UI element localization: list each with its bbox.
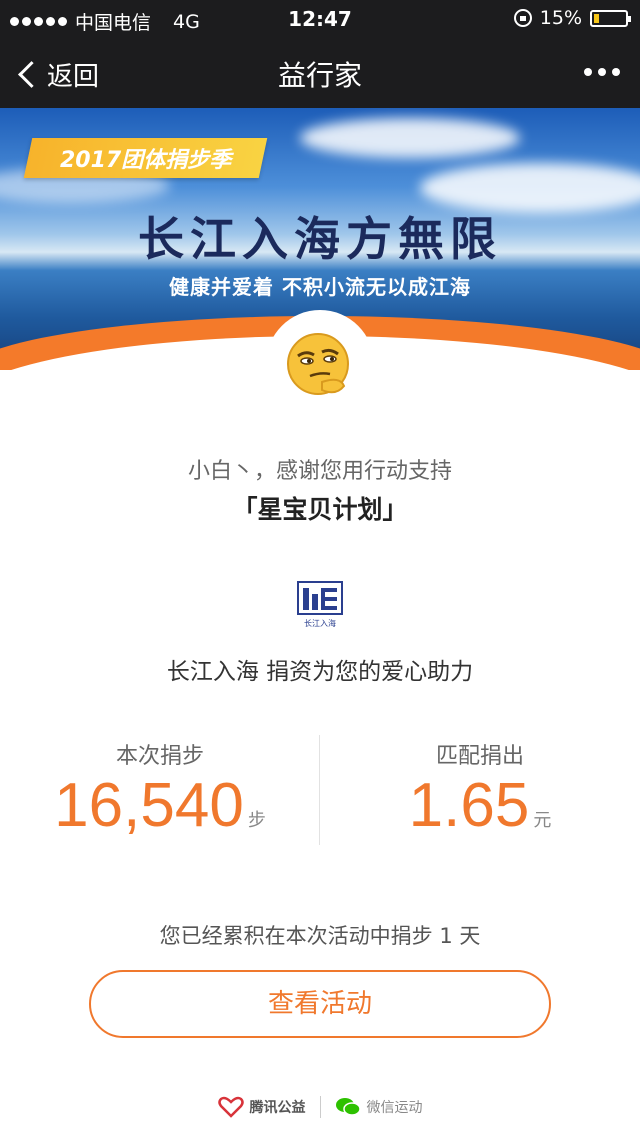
footer: 腾讯公益 微信运动: [0, 1092, 640, 1122]
match-unit: 元: [533, 810, 552, 831]
thanks-message: 小白丶，感谢您用行动支持: [187, 459, 452, 484]
tencent-charity-label: 腾讯公益: [249, 1100, 306, 1116]
match-stat: 1.65 元: [320, 770, 640, 841]
more-dot-icon: [612, 68, 620, 76]
more-dot-icon: [584, 68, 592, 76]
cloud-decoration: [300, 118, 520, 158]
more-options-button[interactable]: [584, 68, 620, 76]
footer-divider: [319, 1096, 321, 1118]
heart-icon: [217, 1096, 244, 1118]
battery-percent: 15%: [539, 7, 582, 29]
steps-stat: 16,540 步: [0, 770, 320, 841]
campaign-ribbon: 2017团体捐步季: [23, 138, 268, 178]
steps-unit: 步: [247, 810, 266, 831]
avatar: [266, 310, 374, 418]
wechat-sport-logo: 微信运动: [335, 1096, 423, 1118]
page-title: 益行家: [277, 59, 362, 92]
donor-message: 长江入海 捐资为您的爱心助力: [166, 659, 474, 685]
ribbon-text: 2017团体捐步季: [59, 148, 232, 173]
cumulative-days: 您已经累积在本次活动中捐步 1 天: [159, 924, 481, 948]
view-activity-button[interactable]: 查看活动: [89, 970, 551, 1038]
match-label: 匹配捐出: [435, 744, 524, 769]
match-value: 1.65: [408, 771, 530, 840]
more-dot-icon: [598, 68, 606, 76]
orientation-lock-icon: [513, 9, 532, 27]
status-right: 15%: [513, 7, 631, 29]
steps-label: 本次捐步: [115, 744, 204, 769]
smirk-emoji-icon: [287, 333, 349, 395]
steps-value: 16,540: [54, 771, 244, 840]
donor-logo: 长江入海: [297, 581, 343, 628]
battery-icon: [590, 9, 631, 27]
banner-title: 长江入海方無限: [138, 212, 502, 266]
tencent-charity-logo: 腾讯公益: [217, 1096, 306, 1118]
wechat-icon: [335, 1098, 361, 1116]
wechat-sport-label: 微信运动: [366, 1100, 423, 1116]
status-bar: 中国电信 4G 12:47 15%: [0, 0, 640, 38]
donor-logo-text: 长江入海: [304, 618, 336, 628]
plan-name: 「星宝贝计划」: [232, 495, 408, 524]
nav-bar: 返回 益行家: [0, 38, 640, 108]
banner-subtitle: 健康并爱着 不积小流无以成江海: [169, 275, 471, 299]
